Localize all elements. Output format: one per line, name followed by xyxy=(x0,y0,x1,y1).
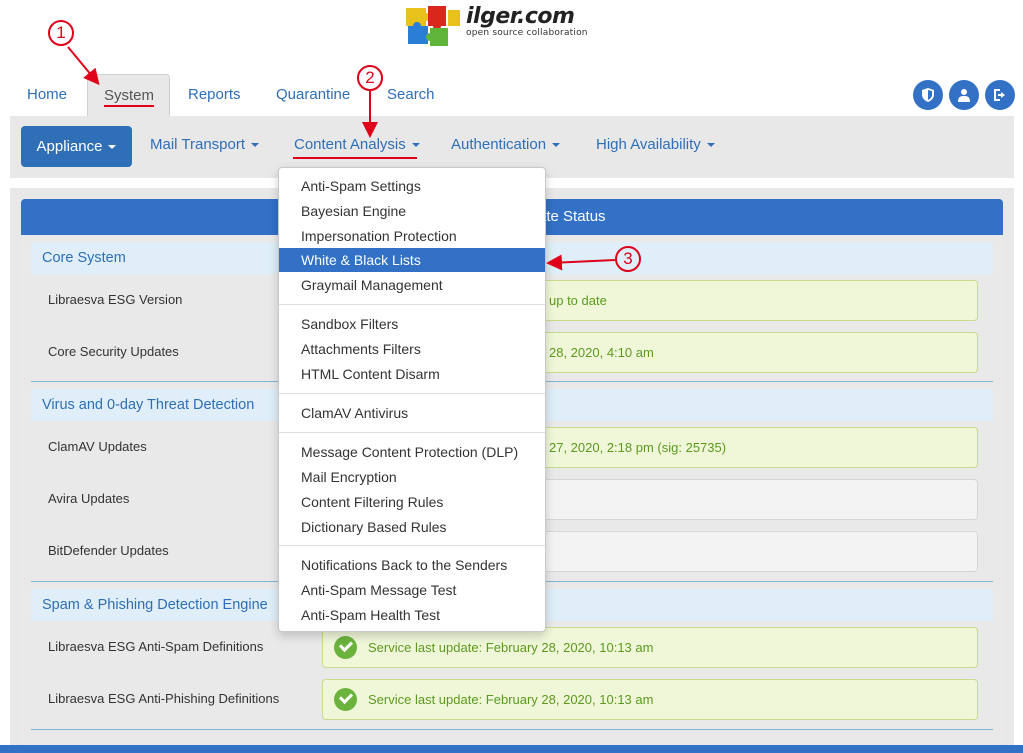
footer-bar xyxy=(0,745,1023,753)
check-icon xyxy=(334,688,357,711)
high-availability-menu[interactable]: High Availability xyxy=(596,136,715,153)
logo-tagline: open source collaboration xyxy=(466,28,588,38)
menu-divider xyxy=(279,304,545,305)
menu-item-notifications-back[interactable]: Notifications Back to the Senders xyxy=(279,553,545,577)
row-label: BitDefender Updates xyxy=(48,543,169,558)
menu-item-anti-spam-health-test[interactable]: Anti-Spam Health Test xyxy=(279,603,545,627)
menu-item-dictionary-based-rules[interactable]: Dictionary Based Rules xyxy=(279,515,545,539)
logout-icon xyxy=(994,89,1005,101)
row-label: Libraesva ESG Anti-Phishing Definitions xyxy=(48,691,280,706)
menu-divider xyxy=(279,393,545,394)
high-availability-label: High Availability xyxy=(596,136,701,153)
shield-button[interactable] xyxy=(913,80,943,110)
status-box: Service last update: February 28, 2020, … xyxy=(322,679,978,720)
check-icon xyxy=(334,636,357,659)
annotation-3: 3 xyxy=(615,246,641,272)
mail-transport-label: Mail Transport xyxy=(150,136,246,153)
menu-item-anti-spam-settings[interactable]: Anti-Spam Settings xyxy=(279,174,545,198)
caret-down-icon xyxy=(251,143,260,148)
row-label: Libraesva ESG Version xyxy=(48,292,183,307)
row-label: ClamAV Updates xyxy=(48,439,147,454)
row-label: Libraesva ESG Anti-Spam Definitions xyxy=(48,639,264,654)
menu-item-clamav-antivirus[interactable]: ClamAV Antivirus xyxy=(279,401,545,425)
mail-transport-menu[interactable]: Mail Transport xyxy=(150,136,260,153)
panel-title: ate Status xyxy=(538,208,606,225)
top-navigation: Home System Reports Quarantine Search xyxy=(0,74,1023,116)
status-text: 28, 2020, 4:10 am xyxy=(549,345,654,360)
authentication-menu[interactable]: Authentication xyxy=(451,136,561,153)
logo: ilger.com open source collaboration xyxy=(404,4,614,48)
annotation-2: 2 xyxy=(357,65,383,91)
content-analysis-dropdown: Anti-Spam Settings Bayesian Engine Imper… xyxy=(278,167,546,632)
annotation-underline xyxy=(293,157,417,159)
logo-wordmark: ilger.com xyxy=(466,4,575,29)
user-button[interactable] xyxy=(949,80,979,110)
caret-down-icon xyxy=(108,145,117,150)
menu-item-sandbox-filters[interactable]: Sandbox Filters xyxy=(279,312,545,336)
status-text: up to date xyxy=(549,293,607,308)
row-label: Avira Updates xyxy=(48,491,130,506)
tab-system[interactable]: System xyxy=(87,74,170,116)
authentication-label: Authentication xyxy=(451,136,547,153)
row-label: Core Security Updates xyxy=(48,344,179,359)
status-row: Libraesva ESG Anti-Phishing Definitions … xyxy=(31,673,993,725)
tab-quarantine[interactable]: Quarantine xyxy=(260,74,366,116)
puzzle-logo-icon xyxy=(406,6,460,46)
menu-item-bayesian-engine[interactable]: Bayesian Engine xyxy=(279,199,545,223)
annotation-1: 1 xyxy=(48,20,74,46)
menu-item-white-black-lists[interactable]: White & Black Lists xyxy=(279,248,545,272)
menu-item-dlp[interactable]: Message Content Protection (DLP) xyxy=(279,440,545,464)
shield-icon xyxy=(922,88,934,102)
menu-item-mail-encryption[interactable]: Mail Encryption xyxy=(279,465,545,489)
menu-item-impersonation-protection[interactable]: Impersonation Protection xyxy=(279,224,545,248)
tab-home[interactable]: Home xyxy=(11,74,83,116)
status-text: Service last update: February 28, 2020, … xyxy=(368,640,654,655)
content-analysis-label: Content Analysis xyxy=(294,136,406,153)
tab-search[interactable]: Search xyxy=(371,74,451,116)
menu-item-attachments-filters[interactable]: Attachments Filters xyxy=(279,337,545,361)
menu-item-graymail-management[interactable]: Graymail Management xyxy=(279,273,545,297)
content-analysis-menu[interactable]: Content Analysis xyxy=(294,136,420,153)
menu-item-content-filtering-rules[interactable]: Content Filtering Rules xyxy=(279,490,545,514)
tab-system-label: System xyxy=(104,87,155,107)
caret-down-icon xyxy=(411,143,420,148)
tab-reports[interactable]: Reports xyxy=(172,74,257,116)
menu-item-anti-spam-message-test[interactable]: Anti-Spam Message Test xyxy=(279,578,545,602)
appliance-label: Appliance xyxy=(36,138,103,155)
user-icon xyxy=(958,89,970,102)
caret-down-icon xyxy=(706,143,715,148)
status-box: Service last update: February 28, 2020, … xyxy=(322,627,978,668)
status-text: Service last update: February 28, 2020, … xyxy=(368,692,654,707)
menu-divider xyxy=(279,432,545,433)
status-text: 27, 2020, 2:18 pm (sig: 25735) xyxy=(549,440,727,455)
logout-button[interactable] xyxy=(985,80,1015,110)
menu-divider xyxy=(279,545,545,546)
appliance-menu-button[interactable]: Appliance xyxy=(21,126,132,167)
menu-item-html-content-disarm[interactable]: HTML Content Disarm xyxy=(279,362,545,386)
caret-down-icon xyxy=(552,143,561,148)
